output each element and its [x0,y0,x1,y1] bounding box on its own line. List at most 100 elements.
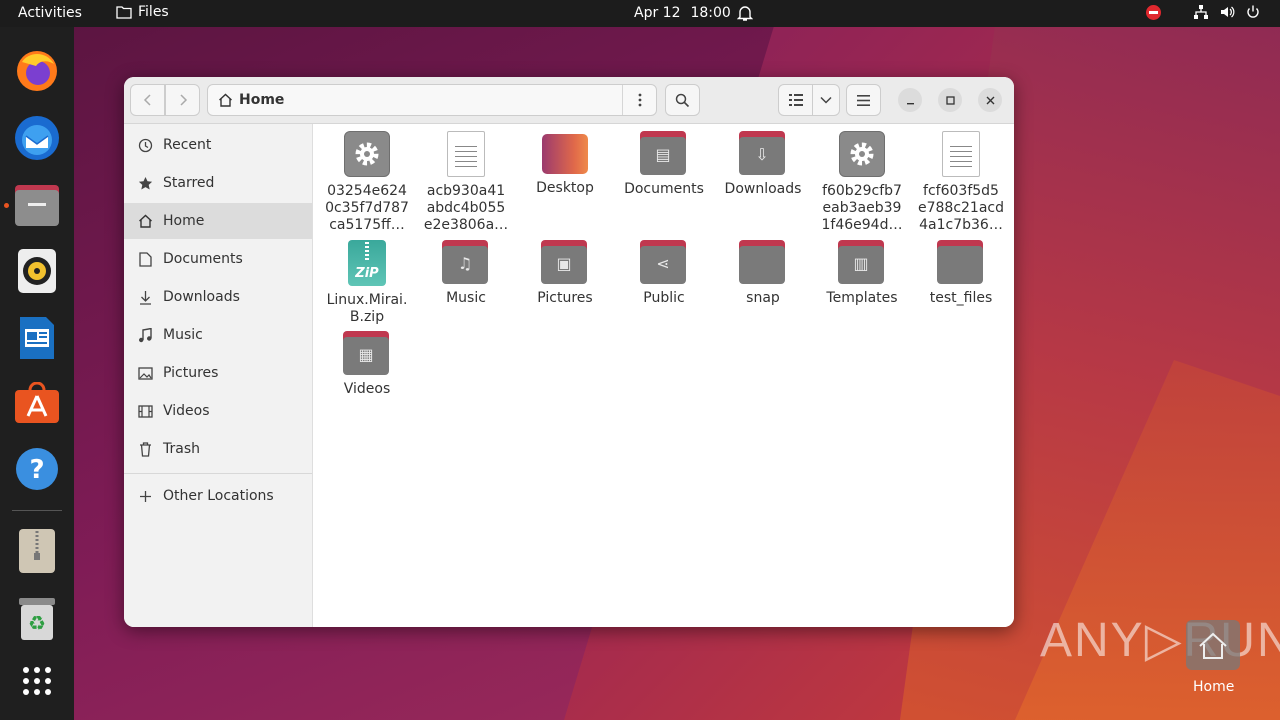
text-file-icon [942,131,980,177]
sidebar-item-label: Home [163,213,205,229]
help-icon[interactable]: ? [13,445,61,493]
minimize-button[interactable] [898,88,922,112]
desktop-home-label[interactable]: Home [1193,679,1234,695]
desktop-home-icon[interactable] [1186,620,1240,670]
file-name: fcf603f5d5 [923,183,999,199]
templates-folder-icon: ▥ [838,240,886,284]
sidebar: Recent Starred Home Documents Downloads … [124,124,313,627]
sidebar-item-label: Videos [163,403,210,419]
maximize-icon [945,95,955,105]
writer-icon[interactable] [13,314,61,362]
file-item[interactable]: ▤ Documents [617,131,711,198]
home-icon [137,213,153,229]
app-name: Files [138,4,169,20]
video-icon [137,403,153,419]
search-button[interactable] [665,84,700,116]
videos-folder-icon: ▦ [343,331,391,375]
trash-icon[interactable]: ♻ [13,595,61,643]
download-icon [137,289,153,305]
view-options-button[interactable] [812,84,840,116]
sidebar-item-other-locations[interactable]: Other Locations [124,478,312,514]
sidebar-item-label: Pictures [163,365,219,381]
file-name: ca5175ff… [329,217,405,233]
sidebar-item-home[interactable]: Home [124,203,312,239]
file-item[interactable]: ⇩ Downloads [716,131,810,198]
file-name: snap [746,290,780,306]
home-icon [219,93,232,107]
file-item[interactable]: ⋖ Public [617,240,711,307]
sidebar-item-videos[interactable]: Videos [124,393,312,429]
app-menu[interactable]: Files [116,4,169,20]
thunderbird-icon[interactable] [13,114,61,162]
files-icon[interactable] [13,181,61,229]
clock-date: Apr 12 [634,5,681,21]
system-status[interactable] [1146,4,1261,20]
firefox-icon[interactable] [13,47,61,95]
sidebar-item-music[interactable]: Music [124,317,312,353]
file-name: Pictures [537,290,593,306]
file-name: abdc4b055 [426,200,506,216]
sidebar-item-documents[interactable]: Documents [124,241,312,277]
sidebar-separator [124,473,312,474]
close-button[interactable] [978,88,1002,112]
file-item[interactable]: test_files [914,240,1008,307]
picture-icon [137,365,153,381]
vertical-dots-icon [638,93,641,107]
activities-button[interactable]: Activities [18,5,82,21]
executable-icon [839,131,885,177]
file-item[interactable]: fcf603f5d5 e788c21acd 4a1c7b36… [914,131,1008,234]
back-button[interactable] [130,84,165,116]
file-item[interactable]: snap [716,240,810,307]
sidebar-item-recent[interactable]: Recent [124,127,312,163]
archive-icon[interactable] [13,527,61,575]
clock-time: 18:00 [690,5,731,21]
file-item[interactable]: 03254e624 0c35f7d787 ca5175ff… [320,131,414,234]
main-menu-button[interactable] [846,84,881,116]
power-icon [1247,5,1259,18]
software-icon[interactable] [13,379,61,427]
zip-archive-icon: ZiP [348,240,386,286]
bell-icon[interactable] [737,4,753,22]
sidebar-item-trash[interactable]: Trash [124,431,312,467]
sidebar-item-downloads[interactable]: Downloads [124,279,312,315]
file-name: 03254e624 [327,183,407,199]
svg-text:?: ? [29,455,44,485]
maximize-button[interactable] [938,88,962,112]
file-item[interactable]: ▥ Templates [815,240,909,307]
sidebar-item-starred[interactable]: Starred [124,165,312,201]
music-icon [137,327,153,343]
file-item[interactable]: ♫ Music [419,240,513,307]
file-item[interactable]: acb930a41 abdc4b055 e2e3806a… [419,131,513,234]
star-icon [137,175,153,191]
path-label: Home [239,92,285,108]
file-item[interactable]: Desktop [518,131,612,197]
volume-icon [1221,6,1235,18]
file-item[interactable]: ▣ Pictures [518,240,612,307]
chevron-left-icon [143,94,151,106]
hamburger-icon [857,94,870,106]
clock[interactable]: Apr 12 18:00 [634,5,731,21]
sidebar-item-label: Trash [163,441,200,457]
clock-icon [137,137,153,153]
do-not-disturb-icon [1146,4,1161,20]
file-item[interactable]: f60b29cfb7 eab3aeb39 1f46e94d… [815,131,909,234]
sidebar-item-pictures[interactable]: Pictures [124,355,312,391]
file-item[interactable]: ▦ Videos [320,331,414,398]
watermark: ANY▷RUN [1040,614,1280,667]
plus-icon [137,488,153,504]
file-name: 1f46e94d… [821,217,903,233]
file-name: test_files [929,290,993,306]
sidebar-item-label: Documents [163,251,243,267]
path-menu-button[interactable] [622,85,656,115]
path-home-crumb[interactable]: Home [208,92,284,108]
trash-icon [137,441,153,457]
file-item[interactable]: ZiP Linux.Mirai. B.zip [320,240,414,326]
file-name: Desktop [536,180,594,196]
forward-button[interactable] [165,84,200,116]
app-grid-icon[interactable] [13,657,61,705]
view-toggle-button[interactable] [778,84,813,116]
path-bar[interactable]: Home [207,84,657,116]
rhythmbox-icon[interactable] [13,247,61,295]
minimize-icon [906,102,914,104]
file-name: Downloads [724,181,802,197]
